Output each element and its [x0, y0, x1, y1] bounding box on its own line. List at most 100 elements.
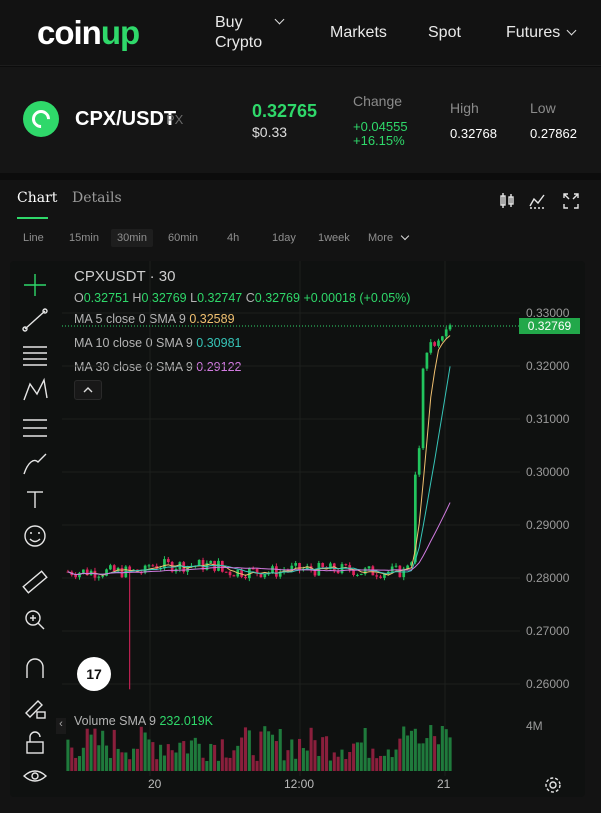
- volume-bar: [406, 735, 410, 771]
- volume-bar: [267, 731, 271, 771]
- volume-bar: [313, 740, 317, 771]
- volume-bar: [186, 753, 190, 771]
- volume-bar: [197, 743, 201, 771]
- chevron-down-icon: [566, 25, 577, 36]
- candle-body: [263, 574, 267, 578]
- volume-bar: [74, 757, 78, 771]
- pattern-icon[interactable]: [23, 377, 48, 401]
- chart-tools: [500, 193, 579, 209]
- brush-icon[interactable]: [23, 453, 47, 475]
- volume-bar: [413, 728, 417, 771]
- pair-ghost-text: PX: [166, 112, 184, 127]
- volume-bar: [159, 744, 163, 771]
- top-nav: coinup Buy Crypto Markets Spot Futures: [0, 0, 601, 66]
- candle-body: [417, 448, 421, 475]
- settings-gear-icon[interactable]: [544, 776, 562, 794]
- text-tool-icon[interactable]: [27, 491, 43, 508]
- volume-bar: [332, 752, 336, 771]
- lock-icon[interactable]: [26, 731, 44, 754]
- high-value: 0.32768: [450, 126, 497, 141]
- tf-1day[interactable]: 1day: [272, 231, 296, 245]
- chevron-down-icon: [274, 14, 285, 25]
- volume-bar: [382, 755, 386, 771]
- chevron-left-icon[interactable]: ‹: [56, 718, 66, 734]
- tf-60min[interactable]: 60min: [168, 231, 198, 245]
- tf-1week[interactable]: 1week: [318, 231, 350, 245]
- y-tick-label: 0.28000: [526, 571, 570, 585]
- fullscreen-icon[interactable]: [563, 193, 579, 209]
- candle-body: [228, 571, 232, 576]
- volume-bar: [398, 738, 402, 771]
- candle-body: [352, 570, 355, 576]
- volume-bar: [147, 739, 151, 771]
- candle-body: [429, 342, 433, 353]
- nav-buy-crypto[interactable]: Buy Crypto: [215, 13, 262, 53]
- emoji-icon[interactable]: [24, 525, 46, 547]
- magnet-icon[interactable]: [26, 658, 44, 678]
- horizontal-lines-icon[interactable]: [23, 346, 47, 366]
- volume-bar: [77, 756, 82, 771]
- volume-bar: [352, 743, 356, 771]
- volume-bar: [255, 760, 259, 771]
- tab-details[interactable]: Details: [72, 190, 122, 206]
- volume-bar: [367, 757, 371, 771]
- candle-body: [344, 564, 348, 566]
- ruler-icon[interactable]: [22, 570, 48, 594]
- tf-15min[interactable]: 15min: [69, 231, 99, 245]
- volume-bar: [101, 730, 105, 771]
- volume-bar: [440, 726, 444, 771]
- pair-name: CPX/USDT: [75, 108, 177, 130]
- fib-icon[interactable]: [23, 419, 47, 437]
- volume-bar: [409, 730, 414, 771]
- volume-bar: [379, 755, 383, 771]
- tf-4h[interactable]: 4h: [227, 231, 239, 245]
- candle-body: [109, 565, 112, 570]
- volume-bar: [251, 755, 255, 771]
- volume-bar: [274, 741, 278, 771]
- candlestick-type-icon[interactable]: [500, 193, 514, 208]
- indicators-icon[interactable]: [529, 194, 546, 209]
- candle-body: [390, 566, 394, 572]
- candle-body: [379, 576, 382, 578]
- volume-bar: [305, 750, 309, 771]
- nav-futures[interactable]: Futures: [506, 23, 560, 43]
- volume-bar: [132, 748, 136, 771]
- volume-bar: [417, 743, 421, 771]
- volume-bar: [355, 742, 359, 771]
- coinup-logo[interactable]: coinup: [37, 14, 140, 52]
- tradingview-logo[interactable]: 17: [77, 657, 111, 691]
- y-tick-label: 0.29000: [526, 518, 570, 532]
- candle-body: [224, 571, 228, 573]
- y-tick-label: 0.32000: [526, 359, 570, 373]
- volume-bar: [436, 744, 441, 771]
- candle-body: [112, 565, 116, 572]
- change-label: Change: [353, 93, 403, 109]
- tf-more[interactable]: More: [368, 231, 393, 245]
- zoom-in-icon[interactable]: [25, 610, 45, 630]
- volume-bar: [170, 750, 174, 771]
- volume-bar: [70, 747, 74, 771]
- volume-bar: [363, 727, 367, 771]
- change-abs: +0.04555: [353, 119, 408, 134]
- volume-bar: [263, 726, 267, 771]
- y-tick-label: 0.30000: [526, 465, 570, 479]
- trend-line-icon[interactable]: [22, 308, 48, 332]
- volume-bar: [309, 727, 313, 771]
- price-usd: $0.33: [252, 124, 288, 140]
- volume-bar: [124, 752, 128, 771]
- tf-line[interactable]: Line: [23, 231, 44, 245]
- volume-bar: [89, 734, 93, 771]
- nav-spot[interactable]: Spot: [428, 23, 461, 43]
- candle-body: [232, 575, 236, 577]
- tab-chart[interactable]: Chart: [17, 190, 57, 206]
- volume-bar: [174, 752, 178, 771]
- volume-bar: [243, 727, 248, 771]
- volume-bar: [348, 752, 352, 771]
- crosshair-icon[interactable]: [24, 274, 46, 296]
- eye-icon[interactable]: [22, 770, 48, 782]
- candle-body: [394, 565, 398, 567]
- nav-markets[interactable]: Markets: [330, 23, 387, 43]
- tf-30min[interactable]: 30min: [111, 229, 153, 247]
- lock-drawing-icon[interactable]: [25, 700, 46, 719]
- x-tick-21: 21: [437, 777, 451, 791]
